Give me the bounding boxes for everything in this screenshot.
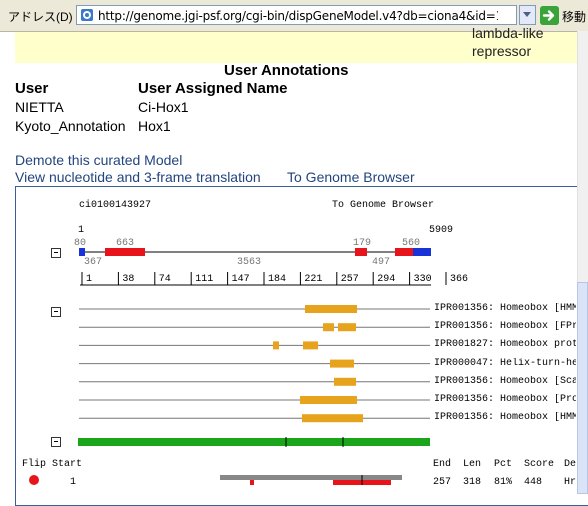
go-label[interactable]: 移動 [562, 8, 586, 25]
scrollbar-thumb[interactable] [577, 282, 588, 494]
scale-tick-label: 294 [377, 274, 395, 285]
hit-end: 257 [433, 477, 452, 488]
coverage-bar [78, 438, 430, 446]
scale-tick-label: 147 [232, 274, 250, 285]
domain-label[interactable]: IPR001356: Homeobox [FPr [434, 321, 576, 332]
domain-block [334, 377, 356, 386]
hit-score: 448 [524, 477, 543, 488]
domain-tracks [79, 305, 430, 423]
scale-tick-label: 257 [341, 274, 359, 285]
hit-alignment [220, 475, 402, 485]
domain-block [323, 323, 334, 332]
scale-tick-label: 74 [159, 274, 171, 285]
address-label: アドレス(D) [8, 10, 73, 24]
annotation-user: Kyoto_Annotation [15, 118, 126, 134]
demote-model-link[interactable]: Demote this curated Model [15, 152, 182, 168]
domain-block [338, 323, 356, 332]
header-start: Start [52, 459, 83, 470]
protein-scale: 1 38 74 111 147 184 221 257 294 330 366 [80, 272, 468, 286]
exon-block [395, 248, 413, 256]
exon-block [355, 248, 367, 256]
url-text[interactable]: http://genome.jgi-psf.org/cgi-bin/dispGe… [98, 9, 498, 23]
description-line-1: lambda-like [472, 25, 544, 41]
collapse-hits-button[interactable] [51, 437, 61, 447]
header-len: Len [463, 459, 482, 470]
gene-structure [79, 248, 431, 256]
domain-block [300, 396, 357, 404]
scale-tick-label: 221 [304, 274, 322, 285]
hit-start: 1 [70, 477, 77, 488]
coverage-track [78, 437, 430, 447]
scale-tick-label: 184 [268, 274, 286, 285]
user-annotations-title: User Annotations [224, 62, 349, 79]
hit-desc: Hr [564, 477, 577, 488]
domain-block [273, 341, 279, 350]
domain-label[interactable]: IPR001356: Homeobox [Pro [434, 394, 576, 405]
page-icon [81, 9, 93, 21]
exon-block [105, 248, 145, 256]
domain-block [303, 341, 318, 350]
gene-start-label: 1 [78, 225, 85, 236]
annotation-name: Ci-Hox1 [138, 99, 189, 115]
domain-label[interactable]: IPR001827: Homeobox prot [434, 339, 576, 350]
column-header-name: User Assigned Name [138, 80, 288, 97]
domain-label[interactable]: IPR001356: Homeobox [HMM [434, 303, 576, 314]
domain-label[interactable]: IPR001356: Homeobox [Sca [434, 376, 576, 387]
viewer-genome-browser-link[interactable]: To Genome Browser [332, 200, 434, 211]
go-button[interactable] [540, 6, 559, 25]
header-end: End [433, 459, 452, 470]
hit-len: 318 [463, 477, 482, 488]
header-pct: Pct [494, 459, 513, 470]
collapse-gene-button[interactable] [51, 248, 61, 258]
model-id: ci0100143927 [79, 200, 152, 211]
scale-tick-label: 38 [122, 274, 134, 285]
annotation-user: NIETTA [15, 99, 64, 115]
to-genome-browser-link[interactable]: To Genome Browser [287, 169, 415, 185]
domain-block [330, 359, 354, 368]
utr-block [413, 248, 431, 256]
domain-block [302, 414, 363, 423]
hit-span-bar [220, 475, 402, 480]
hit-pct: 81% [494, 477, 513, 488]
scale-tick-label: 366 [450, 274, 468, 285]
header-desc: De [564, 459, 577, 470]
flip-button[interactable] [28, 474, 40, 486]
header-score: Score [524, 459, 555, 470]
domain-label[interactable]: IPR000047: Helix-turn-he [434, 358, 576, 369]
annotation-name: Hox1 [138, 118, 171, 134]
domain-label[interactable]: IPR001356: Homeobox [HMM [434, 412, 576, 423]
hit-exon-mark [250, 480, 254, 485]
description-line-2: repressor [472, 43, 532, 59]
gene-end-label: 5909 [429, 225, 454, 236]
utr-block [79, 248, 85, 256]
column-header-user: User [15, 80, 49, 97]
scale-tick-label: 111 [195, 274, 213, 285]
header-flip: Flip [22, 459, 47, 470]
scale-tick-label: 1 [86, 274, 92, 285]
scale-tick-label: 330 [414, 274, 432, 285]
view-nucleotide-link[interactable]: View nucleotide and 3-frame translation [15, 169, 261, 185]
chevron-down-icon [523, 12, 531, 17]
domain-block [305, 305, 357, 313]
